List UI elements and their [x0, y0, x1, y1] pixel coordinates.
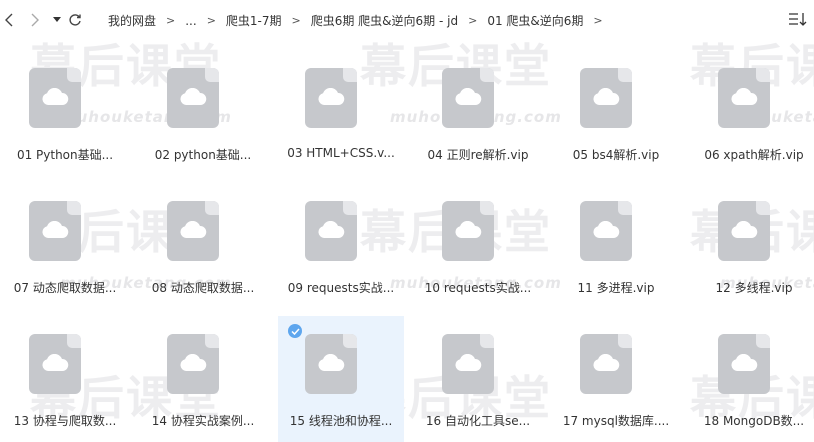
refresh-button[interactable]: [66, 10, 84, 30]
file-name: 10 requests实战...: [424, 281, 532, 295]
file-name: 09 requests实战...: [287, 281, 395, 295]
view-mode-button[interactable]: [788, 11, 808, 29]
file-item[interactable]: 18 MongoDB数...: [691, 316, 814, 442]
file-name: 15 线程池和协程...: [289, 414, 393, 428]
cloud-file-icon: [167, 68, 219, 128]
file-item[interactable]: 07 动态爬取数据...: [2, 183, 128, 309]
breadcrumb-separator: >: [593, 14, 603, 27]
breadcrumb-item-root[interactable]: 我的网盘: [108, 12, 156, 29]
chevron-left-icon: [5, 13, 13, 27]
file-name: 05 bs4解析.vip: [572, 148, 660, 162]
file-item[interactable]: 02 python基础...: [140, 50, 266, 176]
breadcrumb-separator: >: [468, 14, 478, 27]
file-name: 02 python基础...: [154, 148, 252, 162]
cloud-file-icon: [718, 334, 770, 394]
breadcrumb-item-current[interactable]: 01 爬虫&逆向6期: [487, 12, 583, 29]
breadcrumb-item-folder[interactable]: 爬虫6期 爬虫&逆向6期 - jd: [311, 12, 458, 29]
file-name: 13 协程与爬取数...: [13, 414, 117, 428]
file-item[interactable]: 14 协程实战案例...: [140, 316, 266, 442]
caret-down-icon: [53, 17, 61, 22]
file-item[interactable]: 04 正则re解析.vip: [415, 50, 541, 176]
refresh-icon: [69, 14, 81, 26]
back-button[interactable]: [0, 10, 18, 30]
file-item[interactable]: 17 mysql数据库....: [553, 316, 679, 442]
file-item[interactable]: 01 Python基础...: [2, 50, 128, 176]
cloud-file-icon: [580, 334, 632, 394]
file-item[interactable]: 15 线程池和协程...: [278, 316, 404, 442]
cloud-file-icon: [305, 68, 357, 128]
file-item[interactable]: 05 bs4解析.vip: [553, 50, 679, 176]
top-bar: 我的网盘 > ... > 爬虫1-7期 > 爬虫6期 爬虫&逆向6期 - jd …: [0, 0, 814, 40]
file-item[interactable]: 11 多进程.vip: [553, 183, 679, 309]
breadcrumb-separator: >: [206, 14, 216, 27]
file-name: 07 动态爬取数据...: [13, 281, 117, 295]
file-name: 04 正则re解析.vip: [427, 148, 529, 162]
cloud-file-icon: [29, 68, 81, 128]
file-name: 03 HTML+CSS.v...: [287, 146, 395, 160]
cloud-file-icon: [305, 201, 357, 261]
cloud-file-icon: [29, 201, 81, 261]
file-item[interactable]: 08 动态爬取数据...: [140, 183, 266, 309]
file-name: 01 Python基础...: [16, 148, 114, 162]
sort-view-icon: [789, 13, 807, 26]
breadcrumb: 我的网盘 > ... > 爬虫1-7期 > 爬虫6期 爬虫&逆向6期 - jd …: [108, 12, 613, 29]
file-name: 08 动态爬取数据...: [151, 281, 255, 295]
cloud-file-icon: [442, 334, 494, 394]
forward-button[interactable]: [26, 10, 44, 30]
file-name: 06 xpath解析.vip: [704, 148, 804, 162]
cloud-file-icon: [305, 334, 357, 394]
file-name: 12 多线程.vip: [715, 281, 793, 295]
file-item[interactable]: 16 自动化工具se...: [415, 316, 541, 442]
file-item[interactable]: 10 requests实战...: [415, 183, 541, 309]
file-name: 17 mysql数据库....: [562, 414, 670, 428]
cloud-file-icon: [167, 334, 219, 394]
file-item[interactable]: 09 requests实战...: [278, 183, 404, 309]
file-item[interactable]: 12 多线程.vip: [691, 183, 814, 309]
cloud-file-icon: [718, 201, 770, 261]
file-name: 16 自动化工具se...: [425, 414, 531, 428]
file-item[interactable]: 03 HTML+CSS.v...: [278, 50, 404, 176]
file-item[interactable]: 06 xpath解析.vip: [691, 50, 814, 176]
cloud-file-icon: [442, 201, 494, 261]
cloud-file-icon: [29, 334, 81, 394]
cloud-file-icon: [718, 68, 770, 128]
file-name: 11 多进程.vip: [577, 281, 655, 295]
check-icon[interactable]: [288, 324, 302, 338]
cloud-file-icon: [442, 68, 494, 128]
file-item[interactable]: 13 协程与爬取数...: [2, 316, 128, 442]
breadcrumb-separator: >: [291, 14, 301, 27]
history-dropdown-button[interactable]: [48, 10, 66, 30]
breadcrumb-item-ellipsis[interactable]: ...: [185, 14, 196, 28]
cloud-file-icon: [580, 68, 632, 128]
chevron-right-icon: [31, 13, 39, 27]
file-name: 14 协程实战案例...: [151, 414, 255, 428]
cloud-file-icon: [580, 201, 632, 261]
file-name: 18 MongoDB数...: [703, 414, 805, 428]
breadcrumb-item-folder[interactable]: 爬虫1-7期: [226, 12, 282, 29]
cloud-file-icon: [167, 201, 219, 261]
breadcrumb-separator: >: [166, 14, 176, 27]
